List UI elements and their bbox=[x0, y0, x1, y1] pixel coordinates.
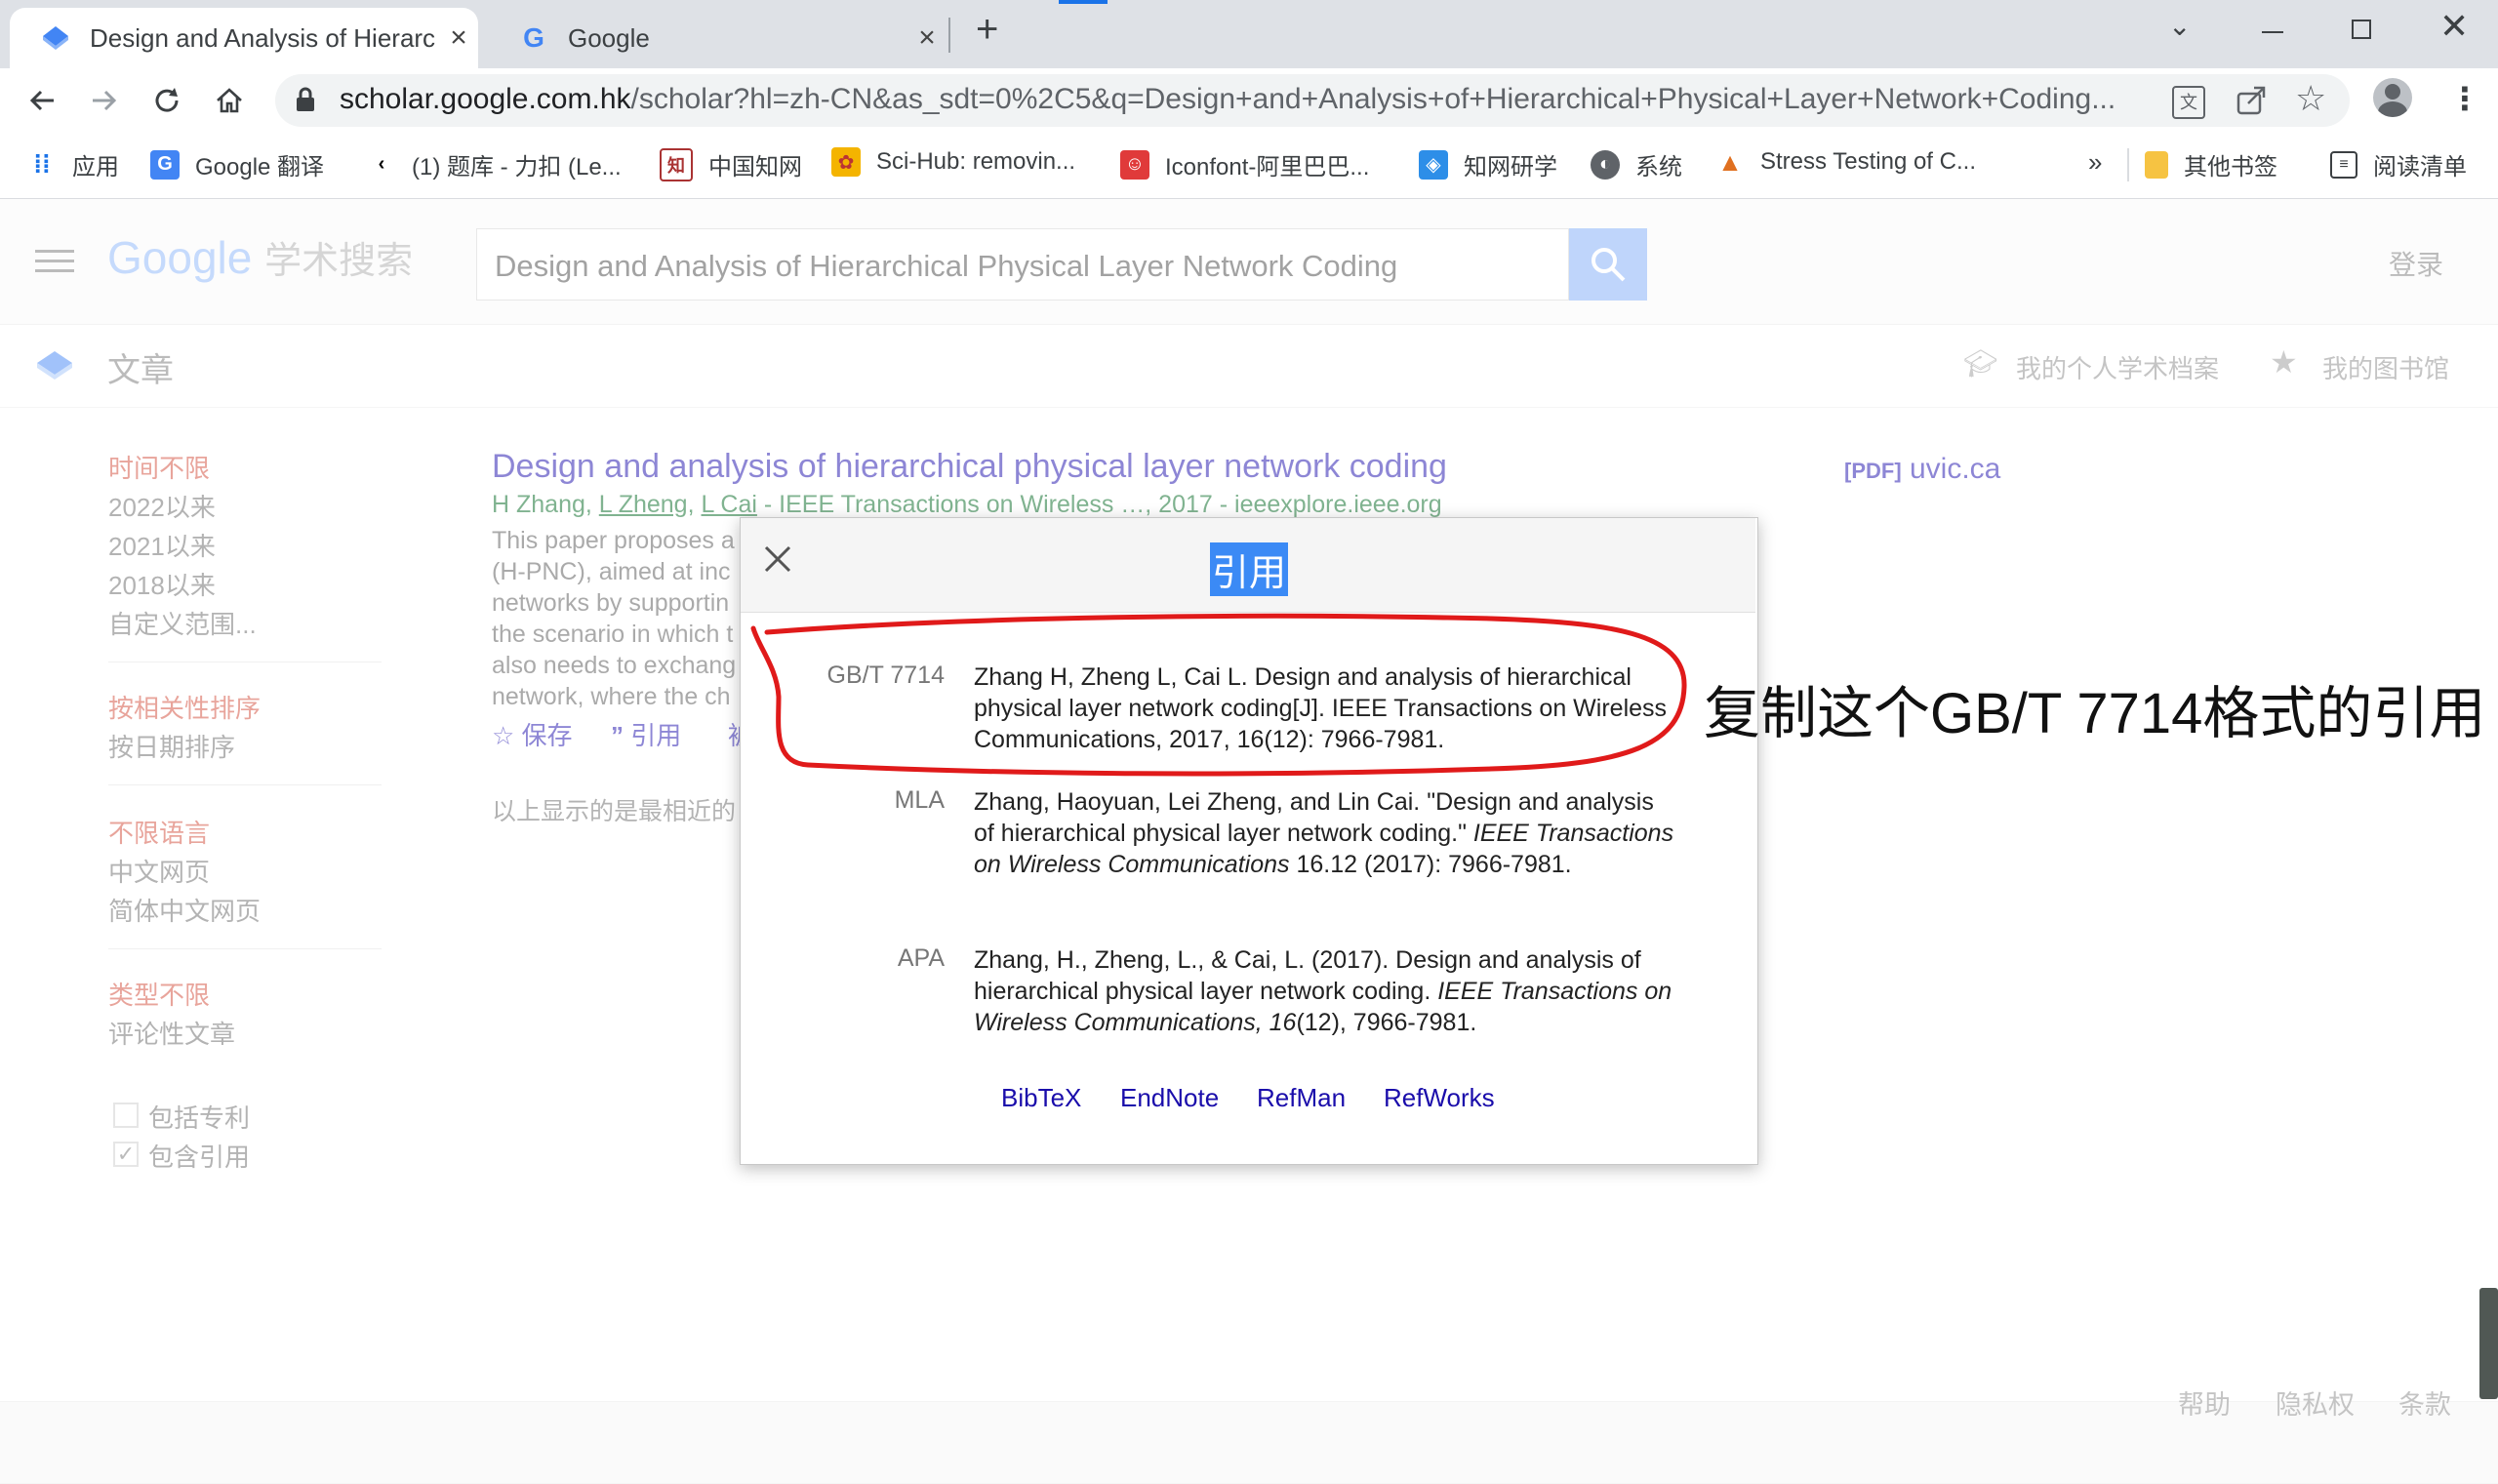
google-favicon-icon: G bbox=[523, 22, 544, 53]
tab-search-chevron-icon[interactable]: ⌄ bbox=[2168, 10, 2191, 42]
folder-icon bbox=[2145, 150, 2168, 179]
bookmark-leetcode[interactable]: ‹ (1) 题库 - 力扣 (Le... bbox=[367, 147, 622, 181]
citation-style-label: APA bbox=[897, 944, 945, 972]
bookmark-label: Sci-Hub: removin... bbox=[876, 148, 1076, 175]
annotation-highlight-loop bbox=[750, 613, 1687, 777]
translate-icon[interactable]: 文 bbox=[2172, 86, 2205, 119]
minimize-icon[interactable] bbox=[2262, 31, 2283, 33]
close-tab-icon[interactable]: × bbox=[907, 21, 947, 55]
reading-list-icon: ≡ bbox=[2330, 150, 2357, 179]
bookmark-iconfont[interactable]: ☺ Iconfont-阿里巴巴... bbox=[1120, 147, 1369, 181]
bookmark-other-folder[interactable]: 其他书签 bbox=[2145, 147, 2277, 181]
bookmark-star-icon[interactable]: ☆ bbox=[2295, 78, 2326, 119]
bookmark-divider bbox=[2127, 148, 2129, 181]
lock-icon[interactable] bbox=[295, 86, 316, 118]
citation-style-label: MLA bbox=[894, 786, 945, 814]
citation-apa[interactable]: Zhang, H., Zheng, L., & Cai, L. (2017). … bbox=[974, 944, 1676, 1038]
tab-divider bbox=[948, 18, 950, 53]
close-dialog-icon[interactable] bbox=[763, 544, 792, 579]
bookmark-label: 应用 bbox=[72, 154, 119, 180]
new-tab-button[interactable]: + bbox=[976, 8, 998, 52]
close-window-icon[interactable]: ✕ bbox=[2439, 6, 2469, 47]
export-refman-link[interactable]: RefMan bbox=[1257, 1083, 1346, 1113]
bookmark-label: (1) 题库 - 力扣 (Le... bbox=[412, 154, 622, 180]
url-text[interactable]: scholar.google.com.hk/scholar?hl=zh-CN&a… bbox=[340, 83, 2115, 116]
cnki-icon: 知 bbox=[660, 147, 693, 181]
citation-text: (12), 7966-7981. bbox=[1296, 1009, 1477, 1036]
home-icon[interactable] bbox=[207, 78, 252, 123]
bookmark-cnki[interactable]: 知中国知网 bbox=[660, 147, 802, 181]
bookmark-scihub[interactable]: ✿ Sci-Hub: removin... bbox=[831, 147, 1075, 177]
bookmark-label: 知网研学 bbox=[1464, 154, 1557, 180]
scrollbar-thumb[interactable] bbox=[2479, 1288, 2498, 1399]
menu-kebab-icon[interactable]: ⋮ bbox=[2449, 80, 2480, 117]
url-host: scholar.google.com.hk bbox=[340, 83, 631, 115]
bookmark-google-translate[interactable]: G Google 翻译 bbox=[150, 147, 324, 181]
tab-title: Google bbox=[568, 22, 650, 53]
apps-grid-icon: ⁞⁞ bbox=[33, 149, 51, 179]
share-icon[interactable] bbox=[2235, 84, 2268, 122]
bookmarks-overflow-chevron-icon[interactable]: » bbox=[2088, 147, 2102, 178]
export-refworks-link[interactable]: RefWorks bbox=[1384, 1083, 1495, 1113]
globe-icon: ◐ bbox=[1591, 149, 1620, 180]
reload-icon[interactable] bbox=[144, 78, 189, 123]
bookmark-label: 系统 bbox=[1635, 154, 1682, 180]
bookmark-label: Iconfont-阿里巴巴... bbox=[1165, 154, 1370, 180]
bookmark-system[interactable]: ◐ 系统 bbox=[1591, 147, 1682, 181]
bookmark-label: 中国知网 bbox=[708, 154, 802, 180]
bookmark-apps[interactable]: ⁞⁞ 应用 bbox=[27, 147, 119, 181]
tab-scholar[interactable]: Design and Analysis of Hierarc × bbox=[10, 8, 478, 68]
tab-accent bbox=[1059, 0, 1108, 4]
bookmark-label: 其他书签 bbox=[2184, 154, 2277, 180]
profile-avatar-icon[interactable] bbox=[2373, 78, 2412, 117]
citation-mla[interactable]: Zhang, Haoyuan, Lei Zheng, and Lin Cai. … bbox=[974, 786, 1676, 880]
matlab-icon: ▲ bbox=[1717, 146, 1743, 177]
annotation-note: 复制这个GB/T 7714格式的引用 bbox=[1704, 682, 2486, 745]
forward-arrow-icon[interactable] bbox=[82, 78, 127, 123]
cnki-study-icon: ◈ bbox=[1419, 149, 1448, 180]
export-endnote-link[interactable]: EndNote bbox=[1120, 1083, 1219, 1113]
scholar-favicon-icon bbox=[41, 23, 70, 53]
google-translate-icon: G bbox=[150, 149, 180, 180]
bookmark-label: Google 翻译 bbox=[195, 154, 325, 180]
leetcode-icon: ‹ bbox=[378, 153, 385, 175]
bookmark-label: 阅读清单 bbox=[2373, 154, 2467, 180]
reading-list-button[interactable]: ≡ 阅读清单 bbox=[2330, 147, 2467, 181]
bookmark-stress-testing[interactable]: ▲ Stress Testing of C... bbox=[1715, 147, 1976, 177]
bookmark-cnki-study[interactable]: ◈ 知网研学 bbox=[1419, 147, 1557, 181]
bookmark-label: Stress Testing of C... bbox=[1760, 148, 1976, 175]
tab-title: Design and Analysis of Hierarc bbox=[90, 22, 436, 53]
iconfont-icon: ☺ bbox=[1120, 149, 1149, 180]
restore-icon[interactable] bbox=[2352, 20, 2371, 39]
close-tab-icon[interactable]: × bbox=[439, 21, 478, 55]
back-arrow-icon[interactable] bbox=[20, 78, 64, 123]
citation-text: 16.12 (2017): 7966-7981. bbox=[1289, 851, 1572, 878]
export-bibtex-link[interactable]: BibTeX bbox=[1001, 1083, 1081, 1113]
url-path: /scholar?hl=zh-CN&as_sdt=0%2C5&q=Design+… bbox=[630, 83, 2116, 115]
tab-google[interactable]: G Google × bbox=[488, 8, 947, 68]
cite-dialog-title: 引用 bbox=[1210, 542, 1289, 596]
scihub-icon: ✿ bbox=[831, 147, 861, 177]
